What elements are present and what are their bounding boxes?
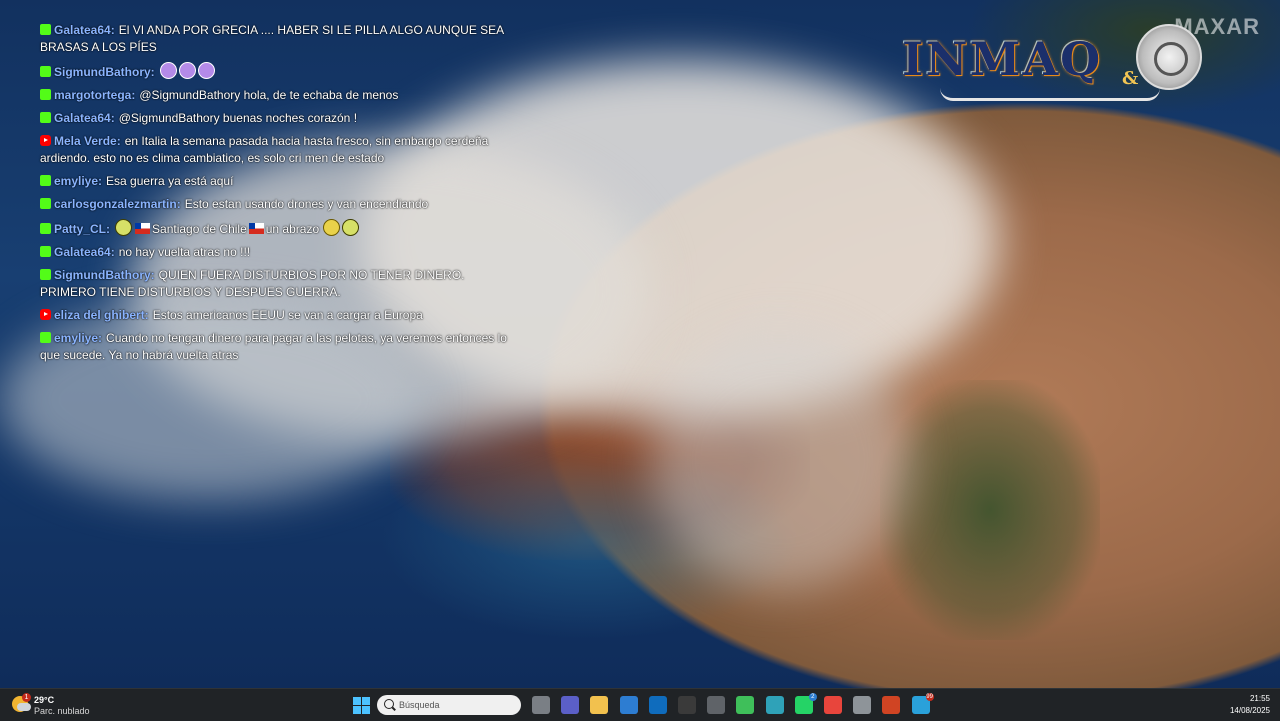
chat-message: Patty_CL: Santiago de Chile un abrazo [40,219,510,238]
kick-icon [40,198,51,209]
telegram-icon[interactable]: 99 [911,693,934,714]
chat-message: Galatea64: El VI ANDA POR GRECIA .... HAB… [40,22,510,56]
youtube-icon [40,135,51,146]
task-view-icon[interactable] [532,696,550,714]
outlook-icon[interactable] [648,696,667,714]
chat-text: no hay vuelta atras no !!! [118,245,251,259]
teams-icon[interactable] [561,696,580,714]
logo-seal [1136,24,1202,90]
search-input[interactable] [399,697,509,713]
weather-temperature: 29°C [34,695,55,705]
notification-badge: 99 [925,693,934,701]
security-icon[interactable] [853,696,872,714]
chat-message: emyliye: Esa guerra ya está aquí [40,173,510,190]
logo-ampersand: & [1122,68,1139,89]
chat-text: un abrazo [265,222,320,236]
chat-username: margotortega: [54,88,136,102]
kick-icon [40,89,51,100]
chat-message: eliza del ghibert: Estos americanos EEUU … [40,307,510,324]
chat-username: Mela Verde: [54,134,121,148]
clock-date: 14/08/2025 [1229,706,1270,715]
chat-username: eliza del ghibert: [54,308,149,322]
chat-message: emyliye: Cuando no tengan dinero para pag… [40,330,510,364]
system-tray-clock[interactable]: 21:55 14/08/2025 [1230,693,1270,717]
weather-badge: 1 [22,693,31,702]
kick-icon [40,332,51,343]
chrome-icon[interactable] [824,696,842,714]
purple-emote-icon [197,62,215,79]
chat-text: @SigmundBathory buenas noches corazón ! [118,111,358,125]
logo-text: INMAQ [902,32,1103,86]
chat-overlay: Galatea64: El VI ANDA POR GRECIA .... HAB… [40,22,510,370]
chile-flag-icon [248,223,264,234]
chat-message: carlosgonzalezmartin: Esto estan usando d… [40,196,510,213]
obs-icon[interactable] [678,696,696,714]
chile-flag-icon [135,223,151,234]
chat-username: carlosgonzalezmartin: [54,197,181,211]
store-icon[interactable] [619,696,638,714]
chat-message: Galatea64: @SigmundBathory buenas noches … [40,110,510,127]
notification-badge: 2 [808,693,817,701]
logo-swoosh [940,88,1160,101]
purple-emote-icon [159,62,177,79]
pepe-emote-icon [115,219,133,236]
start-tile [353,697,361,705]
forest-patch [880,380,1100,640]
chat-message: SigmundBathory: [40,62,510,81]
chat-text: @SigmundBathory hola, de te echaba de me… [139,88,399,102]
kick-icon [40,269,51,280]
whatsapp-icon[interactable]: 2 [794,693,817,714]
inmaq-logo: INMAQ & [900,22,1210,108]
smoke-plume [650,330,910,590]
kick-icon [40,223,51,234]
app-cube-icon[interactable] [707,696,726,714]
chat-username: SigmundBathory: [54,65,155,79]
chat-username: emyliye: [54,331,103,345]
camtasia-icon[interactable] [736,696,755,714]
kick-icon [40,24,51,35]
chat-text: Esa guerra ya está aquí [106,174,234,188]
smile-emote-icon [323,219,341,236]
chat-username: emyliye: [54,174,103,188]
chat-text: Cuando no tengan dinero para pagar a las… [40,331,507,362]
clock-time: 21:55 [1249,694,1270,703]
taskbar-search[interactable] [377,695,521,715]
kick-icon [40,66,51,77]
file-explorer-icon[interactable] [590,696,609,714]
weather-condition: Parc. nublado [34,706,90,716]
windows-taskbar: 1 29°C Parc. nublado 2 99 21:55 14/08/202… [0,688,1280,721]
chat-text: Esto estan usando drones y van encendian… [184,197,429,211]
chat-message: SigmundBathory: QUIEN FUERA DISTURBIOS PO… [40,267,510,301]
kick-icon [40,112,51,123]
chat-message: Mela Verde: en Italia la semana pasada ha… [40,133,510,167]
pepe-emote-icon [342,219,360,236]
search-icon [384,699,394,709]
chat-message: Galatea64: no hay vuelta atras no !!! [40,244,510,261]
chat-username: Patty_CL: [54,222,111,236]
chat-username: Galatea64: [54,245,115,259]
start-tile [362,706,370,714]
chat-username: Galatea64: [54,111,115,125]
powerpoint-icon[interactable] [882,696,901,714]
kick-icon [40,175,51,186]
start-tile [362,697,370,705]
chat-text: Santiago de Chile [152,222,247,236]
edge-icon[interactable] [765,696,784,714]
youtube-icon [40,309,51,320]
cloud-icon [17,703,31,711]
chat-username: SigmundBathory: [54,268,155,282]
chat-message: margotortega: @SigmundBathory hola, de te… [40,87,510,104]
kick-icon [40,246,51,257]
purple-emote-icon [178,62,196,79]
chat-username: Galatea64: [54,23,115,37]
start-button[interactable] [352,696,370,714]
chat-text: Estos americanos EEUU se van a cargar a … [152,308,423,322]
start-tile [353,706,361,714]
